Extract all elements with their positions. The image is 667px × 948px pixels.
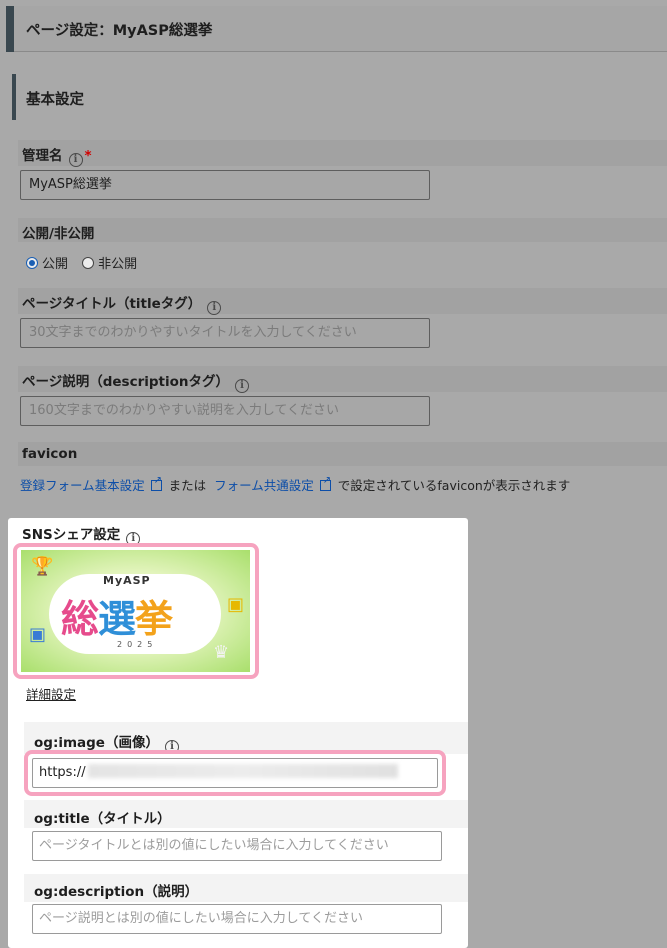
radio-public-label[interactable]: 公開 xyxy=(42,257,68,272)
og-image-value: https:// xyxy=(39,765,86,780)
info-icon[interactable]: i xyxy=(68,153,83,167)
og-image-label: og:image（画像） xyxy=(34,735,159,751)
page-header: ページ設定：MyASP総選挙 xyxy=(6,6,667,52)
common-form-settings-link[interactable]: フォーム共通設定 xyxy=(214,478,314,493)
external-link-icon[interactable] xyxy=(150,475,162,491)
banner-char-3: 挙 xyxy=(135,597,173,641)
page-title-placeholder: 30文字までのわかりやすいタイトルを入力してください xyxy=(29,325,357,340)
section-title: 基本設定 xyxy=(26,92,84,108)
admin-name-row xyxy=(18,140,667,166)
mascot-left-icon: ▣ xyxy=(29,624,47,645)
detail-settings-link[interactable]: 詳細設定 xyxy=(26,684,76,703)
og-description-placeholder: ページ説明とは別の値にしたい場合に入力してください xyxy=(39,911,363,926)
banner-char-2: 選 xyxy=(98,597,136,641)
admin-name-input[interactable]: MyASP総選挙 xyxy=(20,170,430,200)
favicon-suffix-text: で設定されているfaviconが表示されます xyxy=(337,478,571,493)
external-link-icon[interactable] xyxy=(319,475,331,491)
banner-year: 2025 xyxy=(117,640,158,649)
redacted-url xyxy=(87,764,398,778)
og-title-placeholder: ページタイトルとは別の値にしたい場合に入力してください xyxy=(39,838,389,853)
og-image-preview[interactable]: 🏆 ♛ ▣ ▣ MyASP 総選挙 2025 xyxy=(21,550,250,672)
page-desc-label-wrap: ページ説明（descriptionタグ） i xyxy=(22,370,250,393)
visibility-label: 公開/非公開 xyxy=(22,226,95,242)
banner-char-1: 総 xyxy=(61,597,99,641)
banner-small-title: MyASP xyxy=(103,574,151,587)
admin-name-label: 管理名 xyxy=(22,148,63,164)
favicon-or-text: または xyxy=(168,478,207,493)
favicon-label: favicon xyxy=(22,446,78,462)
page-desc-input[interactable]: 160文字までのわかりやすい説明を入力してください xyxy=(20,396,430,426)
og-title-input[interactable]: ページタイトルとは別の値にしたい場合に入力してください xyxy=(32,831,442,861)
admin-name-value: MyASP総選挙 xyxy=(29,177,112,192)
favicon-description: 登録フォーム基本設定 または フォーム共通設定 で設定されているfaviconが表示… xyxy=(20,475,570,494)
page-title-label: ページタイトル（titleタグ） xyxy=(22,296,202,312)
visibility-options: 公開 非公開 xyxy=(26,253,137,272)
mascot-right-icon: ▣ xyxy=(227,594,245,615)
page-title-label-wrap: ページタイトル（titleタグ） i xyxy=(22,292,222,315)
section-header-basic: 基本設定 xyxy=(12,74,667,120)
radio-private-label[interactable]: 非公開 xyxy=(98,257,137,272)
page-title-input[interactable]: 30文字までのわかりやすいタイトルを入力してください xyxy=(20,318,430,348)
page-desc-label: ページ説明（descriptionタグ） xyxy=(22,374,230,390)
section-accent-bar xyxy=(12,74,16,120)
og-title-label: og:title（タイトル） xyxy=(34,811,171,827)
visibility-row xyxy=(18,218,667,242)
banner-big-title: 総選挙 xyxy=(61,588,173,643)
admin-name-label-wrap: 管理名 i * xyxy=(22,144,92,167)
info-icon[interactable]: i xyxy=(207,301,222,315)
radio-public[interactable]: 公開 xyxy=(26,257,68,272)
sns-title: SNSシェア設定 xyxy=(22,527,121,543)
crown-icon: ♛ xyxy=(213,642,230,663)
og-image-input[interactable]: https:// xyxy=(32,758,438,788)
radio-private[interactable]: 非公開 xyxy=(82,257,137,272)
page-title: ページ設定：MyASP総選挙 xyxy=(26,23,213,39)
radio-private-icon[interactable] xyxy=(82,257,95,269)
og-description-label: og:description（説明） xyxy=(34,884,199,900)
radio-public-icon[interactable] xyxy=(26,257,38,269)
favicon-row xyxy=(18,442,667,466)
required-mark: * xyxy=(84,148,92,164)
header-accent-bar xyxy=(6,6,14,52)
page-desc-placeholder: 160文字までのわかりやすい説明を入力してください xyxy=(29,403,340,418)
info-icon[interactable]: i xyxy=(235,379,250,393)
og-description-input[interactable]: ページ説明とは別の値にしたい場合に入力してください xyxy=(32,904,442,934)
basic-form-settings-link[interactable]: 登録フォーム基本設定 xyxy=(20,478,145,493)
trophy-icon: 🏆 xyxy=(31,556,54,577)
